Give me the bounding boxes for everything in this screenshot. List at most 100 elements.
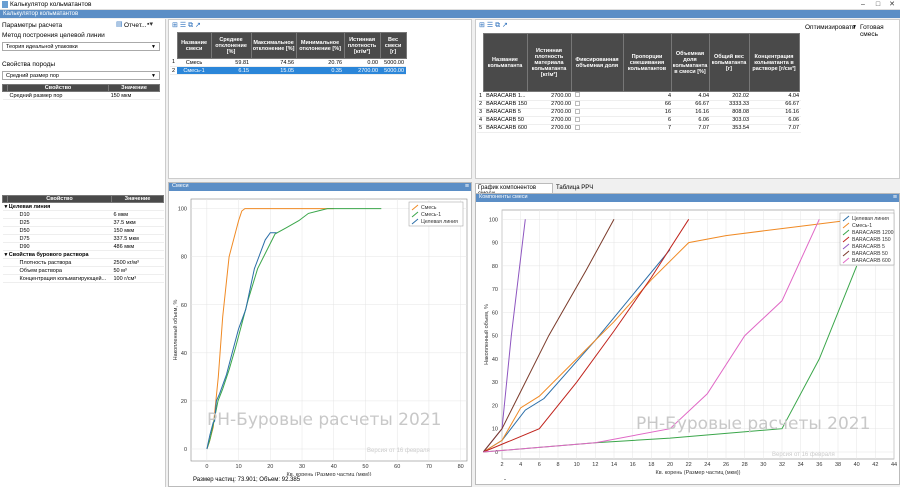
mix-table: Название смеси Среднее отклонение [%] Ма… [170, 32, 407, 75]
collapse-icon[interactable]: ▾ [5, 252, 8, 258]
report-icon[interactable]: ▤ [116, 21, 123, 29]
cell: BARACARB 50 [484, 116, 530, 125]
table-row[interactable]: 2 BARACARB 150 2700.00 66 66.67 3333.33 66.67 [477, 100, 802, 109]
cell: 6.06 [673, 116, 712, 125]
rock-select[interactable]: Средний размер пор ▼ [2, 71, 160, 80]
cell[interactable] [573, 108, 626, 117]
cell[interactable] [573, 100, 626, 109]
table-row[interactable]: 3 BARACARB 5 2700.00 16 16.16 808.08 16.16 [477, 108, 802, 117]
save-icon[interactable]: ▪▾ [147, 21, 153, 29]
add-row-icon[interactable]: ⊞ [479, 22, 485, 29]
table-row[interactable]: Объем раствора 50 м³ [2, 266, 164, 275]
group-row[interactable]: ▾ Свойства бурового раствора [2, 250, 164, 259]
group-row[interactable]: ▾ Целевая линия [2, 202, 164, 211]
legend-label: BARACARB 1200 [852, 230, 894, 236]
legend-label: Целевая линия [852, 216, 889, 222]
delete-row-icon[interactable]: ☰ [487, 22, 493, 29]
col-header: Вес смеси [г] [379, 32, 407, 59]
table-row-selected[interactable]: 2 Смесь-1 6.15 15.05 0.35 2700.00 5000.00 [170, 66, 407, 75]
col-header: Концентрация кольматанта в растворе [г/с… [748, 33, 800, 92]
table-row[interactable]: D10 6 мкм [2, 210, 164, 219]
x-tick-label: 8 [556, 462, 559, 468]
cell[interactable] [573, 124, 626, 133]
components-table: Название кольматанта Истинная плотность … [477, 33, 800, 92]
cell: 6 мкм [111, 210, 164, 219]
tab-components-chart[interactable]: График компонентов смеси [475, 183, 553, 197]
checkbox[interactable] [575, 92, 581, 98]
col-value: Значение [108, 84, 160, 92]
cell: 4.04 [751, 92, 802, 101]
y-tick-label: 40 [181, 351, 187, 357]
table-row[interactable]: 5 BARACARB 600 2700.00 7 7.07 353.54 7.07 [477, 124, 802, 133]
method-label: Метод построения целевой линии [2, 32, 105, 39]
cell: 2 [477, 100, 485, 109]
components-chart[interactable]: 2 4 6 8 10 12 14 16 18 20 22 24 26 28 30 32 34 36 38 40 42 44… [476, 202, 899, 476]
table-row[interactable]: D25 37.5 мкм [2, 218, 164, 227]
cell[interactable] [573, 116, 626, 125]
cell: 337.5 мкм [111, 234, 164, 243]
report-button[interactable]: Отчет... [124, 22, 147, 29]
cell: 3333.33 [711, 100, 752, 109]
menu-icon[interactable]: ≡ [893, 194, 897, 201]
cell: Средний размер пор [7, 91, 109, 100]
checkbox[interactable] [575, 108, 581, 114]
ready-mix-button[interactable]: Готовая смесь [860, 24, 899, 38]
x-tick-label: 10 [236, 464, 242, 470]
col-header: Среднее отклонение [%] [210, 32, 252, 59]
checkbox[interactable] [575, 116, 581, 122]
cell: 7 [625, 124, 674, 133]
menu-icon[interactable]: ≡ [465, 183, 469, 190]
mix-chart[interactable]: 0 10 20 30 40 50 60 70 80 0 20 40 60 80 100 Кв. корень … [169, 191, 471, 476]
table-row[interactable]: D75 337.5 мкм [2, 234, 164, 243]
copy-icon[interactable]: ⧉ [188, 22, 193, 29]
tab-label: Таблица РРЧ [556, 185, 594, 191]
table-row[interactable]: Средний размер пор 150 мкм [2, 91, 160, 100]
dropdown-icon[interactable]: ▼ [852, 24, 857, 30]
cell: Концентрация кольматирующей... [7, 274, 112, 283]
maximize-icon[interactable]: □ [871, 0, 885, 10]
cell: 66.67 [751, 100, 802, 109]
x-tick-label: 36 [816, 462, 822, 468]
method-select[interactable]: Теория идеальной упаковки ▼ [2, 42, 160, 51]
cell: D75 [7, 234, 112, 243]
y-tick-label: 60 [181, 303, 187, 309]
title-bar: Калькулятор кольматантов – □ ✕ [0, 0, 900, 10]
checkbox[interactable] [575, 100, 581, 106]
delete-row-icon[interactable]: ☰ [180, 22, 186, 29]
cell: Смесь [177, 58, 212, 67]
table-row[interactable]: 1 Смесь 59.81 74.56 20.76 0.00 5000.00 [170, 58, 407, 67]
x-axis-label: Кв. корень (Размер частиц (мкм)) [656, 470, 741, 476]
x-tick-label: 24 [704, 462, 710, 468]
cell: D10 [7, 210, 112, 219]
collapse-icon[interactable]: ▾ [5, 204, 8, 210]
x-tick-label: 44 [891, 462, 897, 468]
tab-rrch-table[interactable]: Таблица РРЧ [554, 184, 594, 193]
export-icon[interactable]: ↗ [195, 22, 201, 29]
group-title: Свойства бурового раствора [8, 251, 89, 258]
toolbar-icons[interactable]: ⊞ ☰ ⧉ ↗ [172, 22, 201, 30]
table-row[interactable]: Плотность раствора 2500 кг/м³ [2, 258, 164, 267]
table-row[interactable]: D90 486 мкм [2, 242, 164, 251]
toolbar-icons[interactable]: ⊞ ☰ ⧉ ↗ [479, 22, 508, 30]
copy-icon[interactable]: ⧉ [495, 22, 500, 29]
x-tick-label: 22 [686, 462, 692, 468]
table-row[interactable]: 1 BARACARB 1... 2700.00 4 4.04 202.02 4.04 [477, 92, 802, 101]
add-row-icon[interactable]: ⊞ [172, 22, 178, 29]
table-row[interactable]: 4 BARACARB 50 2700.00 6 6.06 303.03 6.06 [477, 116, 802, 125]
app-header: Калькулятор кольматантов [0, 10, 900, 18]
y-tick-label: 20 [492, 403, 498, 409]
x-tick-label: 38 [835, 462, 841, 468]
optimize-button[interactable]: Оптимизировать [805, 24, 855, 31]
minimize-icon[interactable]: – [856, 0, 870, 10]
col-header: Общий вес кольматанта [г] [708, 33, 750, 92]
col-property: Свойство [7, 195, 112, 203]
watermark: РН-Буровые расчеты 2021 [207, 410, 442, 430]
close-icon[interactable]: ✕ [885, 0, 899, 10]
checkbox[interactable] [575, 124, 581, 130]
table-row[interactable]: Концентрация кольматирующей... 100 г/см³ [2, 274, 164, 283]
cell[interactable] [573, 92, 626, 101]
x-tick-label: 30 [299, 464, 305, 470]
export-icon[interactable]: ↗ [502, 22, 508, 29]
table-row[interactable]: D50 150 мкм [2, 226, 164, 235]
cell: 6.15 [211, 66, 252, 75]
